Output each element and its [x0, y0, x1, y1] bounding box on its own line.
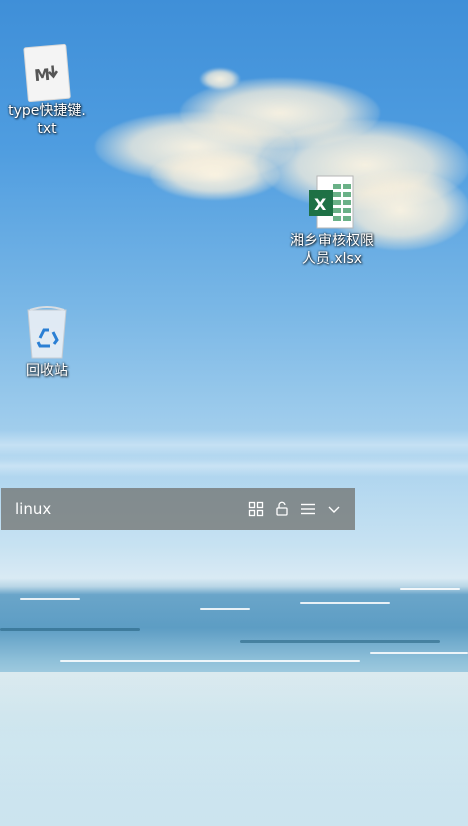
- chevron-down-icon: [328, 506, 340, 513]
- wave: [60, 660, 360, 662]
- haze: [0, 455, 468, 477]
- unlock-icon: [276, 501, 288, 516]
- cloud: [150, 150, 280, 200]
- recycle-bin-icon: [20, 302, 74, 362]
- markdown-file-icon: M: [20, 42, 74, 103]
- grid-view-button[interactable]: [243, 496, 269, 522]
- beach-sand: [0, 672, 468, 826]
- toolbar-title: linux: [15, 500, 52, 518]
- excel-file-icon: X: [305, 174, 359, 232]
- wave: [20, 598, 80, 600]
- wave: [370, 652, 468, 654]
- wave: [200, 608, 250, 610]
- menu-icon: [301, 503, 315, 515]
- cloud: [200, 68, 240, 90]
- wave: [240, 640, 440, 643]
- desktop-icon-label: 湘乡审核权限 人员.xlsx: [290, 233, 374, 267]
- grid-icon: [248, 501, 264, 517]
- lock-toggle-button[interactable]: [269, 496, 295, 522]
- menu-button[interactable]: [295, 496, 321, 522]
- wave: [0, 628, 140, 631]
- wave: [400, 588, 460, 590]
- desktop-wallpaper: M type快捷键. txt X 湘乡审核权限 人员.xlsx 回收站 linu…: [0, 0, 468, 826]
- desktop-icon-excel-file[interactable]: X 湘乡审核权限 人员.xlsx: [286, 174, 378, 268]
- wave: [300, 602, 390, 604]
- svg-text:M: M: [33, 65, 51, 85]
- collapse-button[interactable]: [321, 496, 347, 522]
- desktop-icon-label: 回收站: [26, 363, 68, 379]
- floating-desktop-toolbar[interactable]: linux: [1, 488, 355, 530]
- svg-text:X: X: [314, 195, 327, 214]
- desktop-icon-label: type快捷键. txt: [8, 103, 86, 137]
- desktop-icon-recycle-bin[interactable]: 回收站: [1, 302, 93, 380]
- desktop-icon-typora-shortcuts[interactable]: M type快捷键. txt: [1, 42, 93, 138]
